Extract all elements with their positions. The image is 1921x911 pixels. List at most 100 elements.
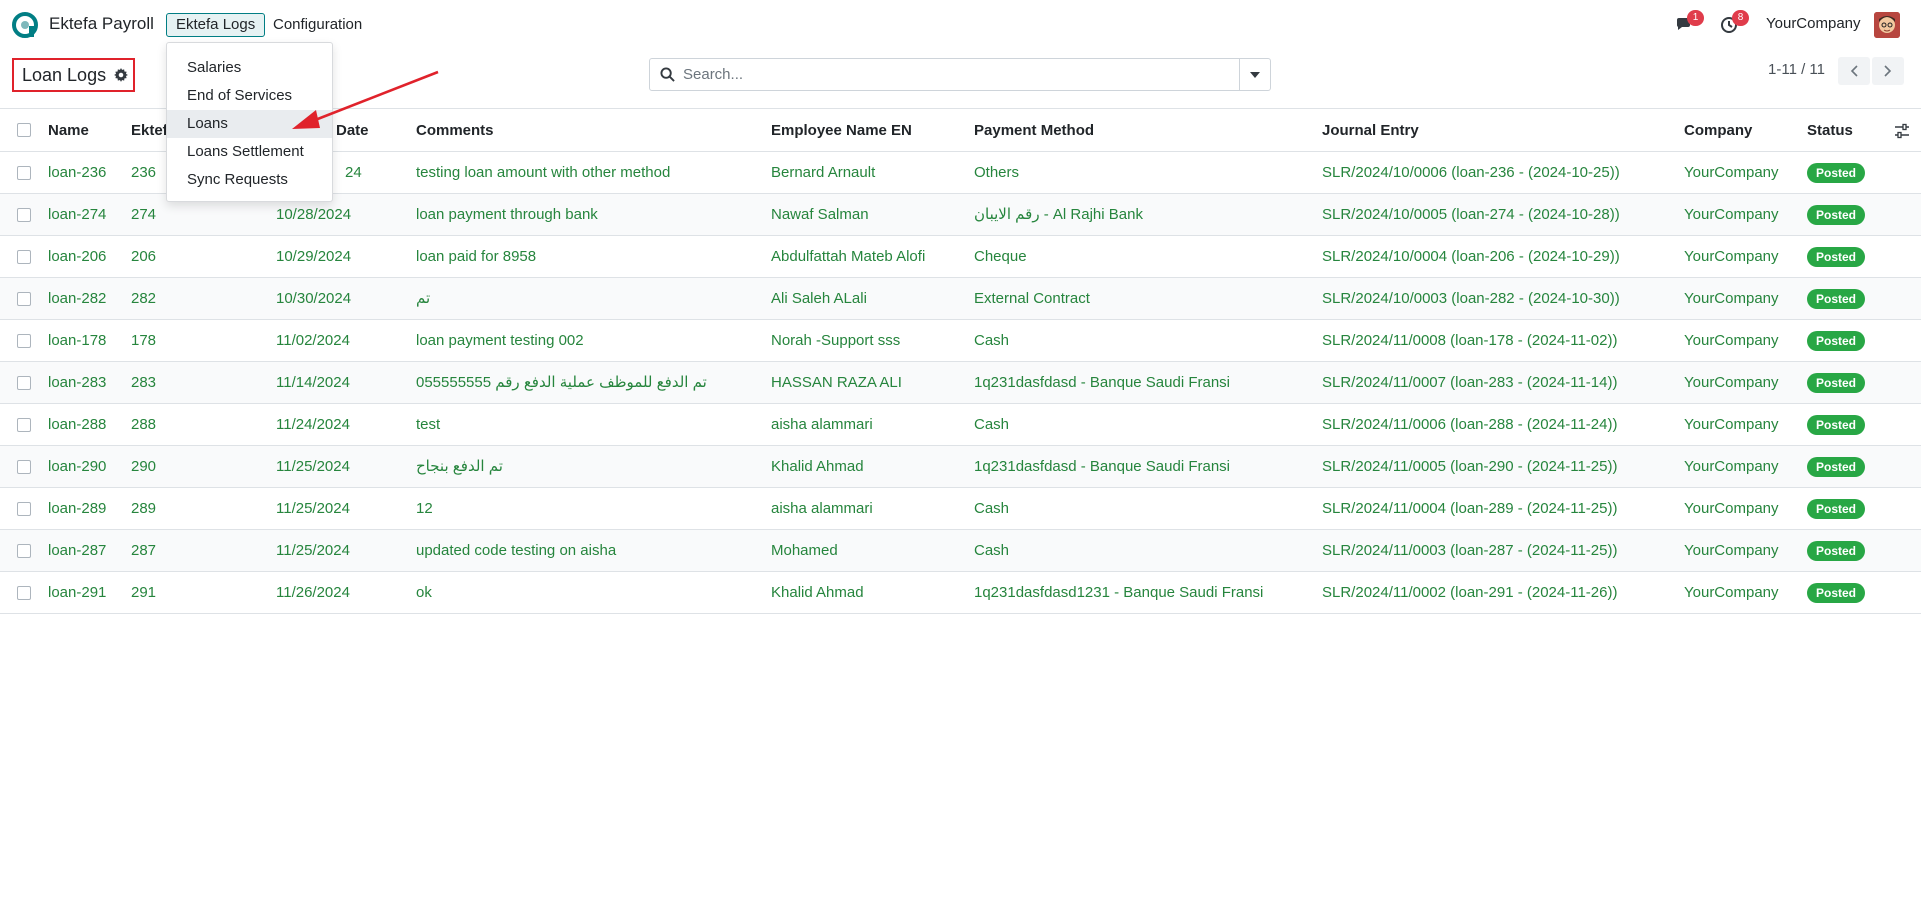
cell-payment-method[interactable]: رقم الايبان - Al Rajhi Bank xyxy=(974,194,1143,236)
activities-button[interactable]: 8 xyxy=(1720,10,1749,35)
cell-journal-entry[interactable]: SLR/2024/11/0003 (loan-287 - (2024-11-25… xyxy=(1322,530,1617,572)
cell-ektefa-id[interactable]: 291 xyxy=(131,572,156,614)
cell-ektefa-id[interactable]: 274 xyxy=(131,194,156,236)
cell-company[interactable]: YourCompany xyxy=(1684,278,1779,320)
cell-payment-method[interactable]: Cash xyxy=(974,404,1009,446)
messages-button[interactable]: 1 xyxy=(1675,10,1704,35)
cell-payment-method[interactable]: 1q231dasfdasd - Banque Saudi Fransi xyxy=(974,446,1230,488)
cell-name[interactable]: loan-287 xyxy=(48,530,106,572)
table-row[interactable]: loan-291 291 11/26/2024 ok Khalid Ahmad 1q231… xyxy=(0,572,1921,614)
cell-journal-entry[interactable]: SLR/2024/10/0004 (loan-206 - (2024-10-29… xyxy=(1322,236,1620,278)
cell-payment-method[interactable]: External Contract xyxy=(974,278,1090,320)
cell-employee[interactable]: aisha alammari xyxy=(771,404,873,446)
dropdown-item-loans-settlement[interactable]: Loans Settlement xyxy=(167,138,332,166)
cell-employee[interactable]: Khalid Ahmad xyxy=(771,446,864,488)
row-checkbox[interactable] xyxy=(17,292,31,306)
column-header-journal-entry[interactable]: Journal Entry xyxy=(1322,109,1419,152)
cell-name[interactable]: loan-282 xyxy=(48,278,106,320)
cell-journal-entry[interactable]: SLR/2024/11/0007 (loan-283 - (2024-11-14… xyxy=(1322,362,1617,404)
pager-previous-button[interactable] xyxy=(1838,57,1870,85)
cell-date[interactable]: 11/14/2024 xyxy=(276,362,350,404)
sliders-icon[interactable] xyxy=(1894,123,1910,139)
cell-comments[interactable]: loan payment through bank xyxy=(416,194,598,236)
cell-ektefa-id[interactable]: 178 xyxy=(131,320,156,362)
cell-ektefa-id[interactable]: 288 xyxy=(131,404,156,446)
cell-journal-entry[interactable]: SLR/2024/11/0008 (loan-178 - (2024-11-02… xyxy=(1322,320,1617,362)
cell-employee[interactable]: Abdulfattah Mateb Alofi xyxy=(771,236,925,278)
cell-payment-method[interactable]: Cash xyxy=(974,530,1009,572)
cell-comments[interactable]: loan paid for 8958 xyxy=(416,236,536,278)
cell-journal-entry[interactable]: SLR/2024/11/0002 (loan-291 - (2024-11-26… xyxy=(1322,572,1617,614)
table-row[interactable]: loan-283 283 11/14/2024 تم الدفع للموظف عمل… xyxy=(0,362,1921,404)
cell-ektefa-id[interactable]: 236 xyxy=(131,152,156,194)
cell-employee[interactable]: aisha alammari xyxy=(771,488,873,530)
cell-date[interactable]: 24 xyxy=(345,152,362,194)
menu-ektefa-logs[interactable]: Ektefa Logs xyxy=(166,13,266,37)
cell-comments[interactable]: ok xyxy=(416,572,432,614)
cell-comments[interactable]: test xyxy=(416,404,440,446)
cell-comments[interactable]: loan payment testing 002 xyxy=(416,320,584,362)
menu-configuration[interactable]: Configuration xyxy=(263,13,372,37)
cell-date[interactable]: 11/25/2024 xyxy=(276,530,350,572)
pager-value[interactable]: 1-11 / 11 xyxy=(1768,61,1825,78)
cell-company[interactable]: YourCompany xyxy=(1684,572,1779,614)
cell-comments[interactable]: تم الدفع للموظف عملية الدفع رقم 05555555… xyxy=(416,362,707,404)
column-header-status[interactable]: Status xyxy=(1807,109,1853,152)
cell-journal-entry[interactable]: SLR/2024/10/0006 (loan-236 - (2024-10-25… xyxy=(1322,152,1620,194)
cell-employee[interactable]: Khalid Ahmad xyxy=(771,572,864,614)
table-row[interactable]: loan-282 282 10/30/2024 تم Ali Saleh ALali Ex… xyxy=(0,278,1921,320)
cell-company[interactable]: YourCompany xyxy=(1684,488,1779,530)
dropdown-item-sync-requests[interactable]: Sync Requests xyxy=(167,166,332,194)
cell-company[interactable]: YourCompany xyxy=(1684,320,1779,362)
cell-name[interactable]: loan-289 xyxy=(48,488,106,530)
cell-name[interactable]: loan-291 xyxy=(48,572,106,614)
cell-employee[interactable]: Bernard Arnault xyxy=(771,152,875,194)
table-row[interactable]: loan-290 290 11/25/2024 تم الدفع بنجاح Khali… xyxy=(0,446,1921,488)
cell-journal-entry[interactable]: SLR/2024/11/0006 (loan-288 - (2024-11-24… xyxy=(1322,404,1617,446)
cell-name[interactable]: loan-290 xyxy=(48,446,106,488)
cell-date[interactable]: 11/25/2024 xyxy=(276,488,350,530)
gear-icon[interactable] xyxy=(114,68,128,82)
cell-company[interactable]: YourCompany xyxy=(1684,362,1779,404)
column-header-payment-method[interactable]: Payment Method xyxy=(974,109,1094,152)
cell-journal-entry[interactable]: SLR/2024/11/0004 (loan-289 - (2024-11-25… xyxy=(1322,488,1617,530)
row-checkbox[interactable] xyxy=(17,460,31,474)
cell-employee[interactable]: HASSAN RAZA ALI xyxy=(771,362,902,404)
cell-date[interactable]: 10/29/2024 xyxy=(276,236,351,278)
cell-ektefa-id[interactable]: 206 xyxy=(131,236,156,278)
table-row[interactable]: loan-206 206 10/29/2024 loan paid for 8958 A… xyxy=(0,236,1921,278)
cell-ektefa-id[interactable]: 287 xyxy=(131,530,156,572)
cell-ektefa-id[interactable]: 282 xyxy=(131,278,156,320)
cell-payment-method[interactable]: Cash xyxy=(974,320,1009,362)
row-checkbox[interactable] xyxy=(17,586,31,600)
cell-date[interactable]: 10/30/2024 xyxy=(276,278,351,320)
pager-next-button[interactable] xyxy=(1872,57,1904,85)
row-checkbox[interactable] xyxy=(17,250,31,264)
column-header-employee[interactable]: Employee Name EN xyxy=(771,109,912,152)
search-options-toggle[interactable] xyxy=(1239,58,1270,91)
cell-company[interactable]: YourCompany xyxy=(1684,236,1779,278)
cell-payment-method[interactable]: Others xyxy=(974,152,1019,194)
cell-journal-entry[interactable]: SLR/2024/10/0003 (loan-282 - (2024-10-30… xyxy=(1322,278,1620,320)
cell-company[interactable]: YourCompany xyxy=(1684,152,1779,194)
row-checkbox[interactable] xyxy=(17,334,31,348)
search-input[interactable] xyxy=(683,59,1243,90)
cell-date[interactable]: 11/02/2024 xyxy=(276,320,350,362)
company-switcher[interactable]: YourCompany xyxy=(1766,15,1861,32)
row-checkbox[interactable] xyxy=(17,208,31,222)
cell-name[interactable]: loan-236 xyxy=(48,152,106,194)
cell-company[interactable]: YourCompany xyxy=(1684,194,1779,236)
cell-name[interactable]: loan-283 xyxy=(48,362,106,404)
app-name[interactable]: Ektefa Payroll xyxy=(49,14,154,34)
row-checkbox[interactable] xyxy=(17,502,31,516)
cell-name[interactable]: loan-274 xyxy=(48,194,106,236)
cell-name[interactable]: loan-178 xyxy=(48,320,106,362)
cell-payment-method[interactable]: 1q231dasfdasd1231 - Banque Saudi Fransi xyxy=(974,572,1263,614)
cell-comments[interactable]: تم xyxy=(416,278,430,320)
cell-payment-method[interactable]: Cheque xyxy=(974,236,1027,278)
row-checkbox[interactable] xyxy=(17,418,31,432)
cell-payment-method[interactable]: 1q231dasfdasd - Banque Saudi Fransi xyxy=(974,362,1230,404)
cell-comments[interactable]: testing loan amount with other method xyxy=(416,152,670,194)
cell-journal-entry[interactable]: SLR/2024/11/0005 (loan-290 - (2024-11-25… xyxy=(1322,446,1617,488)
table-row[interactable]: loan-178 178 11/02/2024 loan payment testin… xyxy=(0,320,1921,362)
